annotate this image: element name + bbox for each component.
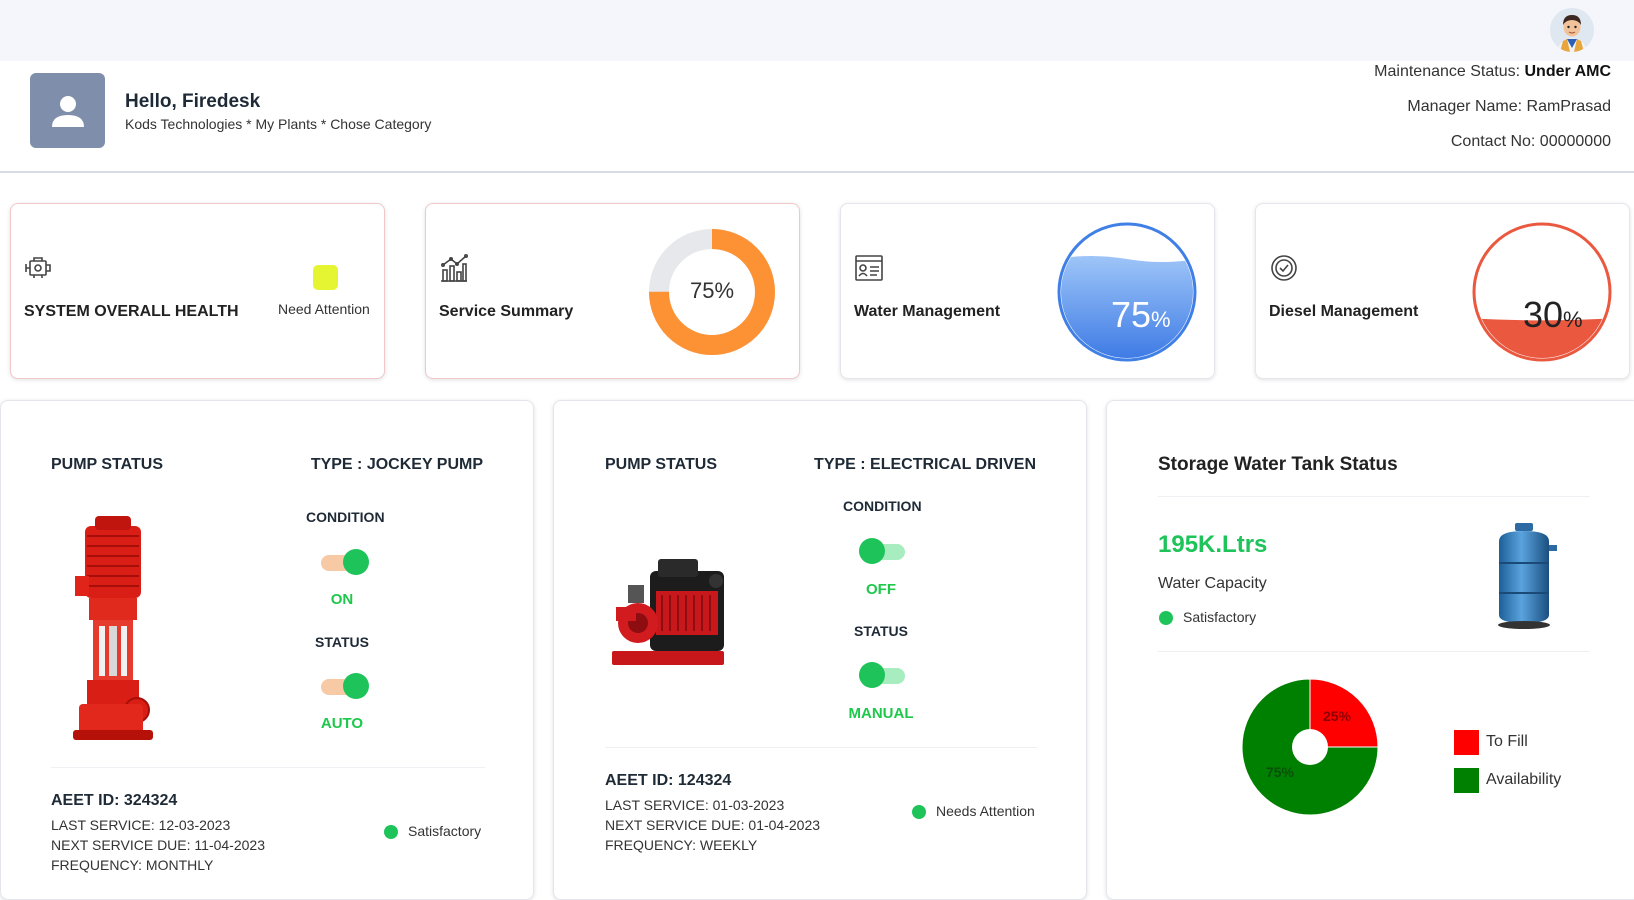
- tank-pie-chart: 25% 75%: [1241, 678, 1379, 816]
- status-toggle[interactable]: [321, 673, 369, 699]
- maintenance-status: Maintenance Status: Under AMC: [1374, 63, 1611, 81]
- header: Hello, Firedesk Kods Technologies * My P…: [0, 61, 1634, 173]
- top-bar: [0, 0, 1634, 61]
- next-service: NEXT SERVICE DUE: 01-04-2023: [605, 817, 821, 833]
- pump-status-card-2[interactable]: PUMP STATUS TYPE : ELECTRICAL DRIVEN CON…: [553, 400, 1087, 900]
- water-level-gauge: [1057, 222, 1197, 362]
- divider: [51, 767, 485, 768]
- water-percent-sign: %: [1151, 307, 1171, 332]
- electrical-pump-image: [612, 559, 724, 665]
- legend-swatch-availability: [1454, 768, 1479, 793]
- diesel-management-card[interactable]: Diesel Management 30%: [1255, 203, 1630, 379]
- condition-value: OFF: [866, 581, 896, 598]
- card-title: Diesel Management: [1269, 303, 1419, 320]
- condition-value: ON: [330, 591, 354, 608]
- card-title: Service Summary: [439, 303, 574, 320]
- service-percent: 75%: [689, 278, 735, 303]
- legend-swatch-to-fill: [1454, 730, 1479, 755]
- divider: [1158, 651, 1590, 652]
- health-dot: [912, 805, 926, 819]
- toggle-knob: [859, 538, 885, 564]
- water-management-card[interactable]: Water Management 75%: [840, 203, 1215, 379]
- profile-avatar: [30, 73, 105, 148]
- status-label: STATUS: [854, 623, 908, 639]
- card-title: Water Management: [854, 303, 1001, 320]
- status-value: AUTO: [320, 715, 364, 732]
- contact-number: Contact No: 00000000: [1450, 133, 1611, 150]
- condition-toggle[interactable]: [859, 538, 907, 564]
- user-icon: [51, 95, 84, 127]
- aeet-id: AEET ID: 324324: [51, 792, 178, 809]
- breadcrumb: Kods Technologies * My Plants * Chose Ca…: [125, 116, 432, 132]
- toggle-knob: [859, 662, 885, 688]
- health-dot: [384, 825, 398, 839]
- diesel-percent: 30%: [1523, 294, 1583, 336]
- next-service: NEXT SERVICE DUE: 11-04-2023: [51, 837, 265, 853]
- tank-capacity-label: Water Capacity: [1158, 575, 1267, 592]
- pump-status-title: PUMP STATUS: [51, 456, 164, 473]
- status-toggle[interactable]: [859, 662, 907, 688]
- health-status-indicator: [313, 265, 338, 290]
- pie-label-to-fill: 25%: [1323, 708, 1352, 724]
- card-title: SYSTEM OVERALL HEALTH: [24, 303, 239, 320]
- water-tank-image: [1498, 523, 1557, 629]
- document-icon: [853, 252, 885, 284]
- pump-type: TYPE : ELECTRICAL DRIVEN: [814, 456, 1036, 473]
- last-service: LAST SERVICE: 12-03-2023: [51, 817, 231, 833]
- storage-tank-card[interactable]: Storage Water Tank Status 195K.Ltrs Wate…: [1106, 400, 1634, 900]
- diesel-level-gauge: [1472, 222, 1612, 362]
- diesel-percent-value: 30: [1523, 294, 1564, 335]
- engine-icon: [23, 252, 55, 284]
- toggle-knob: [343, 549, 369, 575]
- user-avatar[interactable]: [1550, 8, 1594, 52]
- toggle-knob: [343, 673, 369, 699]
- tank-capacity: 195K.Ltrs: [1158, 531, 1268, 558]
- tank-title: Storage Water Tank Status: [1158, 454, 1398, 475]
- pump-health-text: Needs Attention: [936, 803, 1035, 819]
- service-summary-card[interactable]: Service Summary 75%: [425, 203, 800, 379]
- bar-chart-icon: [438, 252, 470, 284]
- condition-toggle[interactable]: [321, 549, 369, 575]
- diesel-percent-sign: %: [1563, 307, 1583, 332]
- frequency: FREQUENCY: MONTHLY: [51, 857, 214, 873]
- last-service: LAST SERVICE: 01-03-2023: [605, 797, 785, 813]
- greeting: Hello, Firedesk: [125, 91, 261, 112]
- legend-availability: Availability: [1486, 771, 1562, 788]
- legend-to-fill: To Fill: [1486, 733, 1528, 750]
- health-status-text: Need Attention: [278, 301, 370, 317]
- manager-name: Manager Name: RamPrasad: [1407, 98, 1611, 115]
- system-health-card[interactable]: SYSTEM OVERALL HEALTH Need Attention: [10, 203, 385, 379]
- divider: [1158, 496, 1590, 497]
- aeet-id: AEET ID: 124324: [605, 772, 732, 789]
- tank-health-text: Satisfactory: [1183, 609, 1257, 625]
- maintenance-status-label: Maintenance Status:: [1374, 63, 1525, 80]
- tank-health-dot: [1159, 611, 1173, 625]
- divider: [605, 747, 1037, 748]
- pie-hole: [1292, 729, 1328, 765]
- water-percent: 75%: [1111, 294, 1171, 336]
- pump-status-title: PUMP STATUS: [605, 456, 718, 473]
- frequency: FREQUENCY: WEEKLY: [605, 837, 758, 853]
- pump-health-text: Satisfactory: [408, 823, 482, 839]
- maintenance-status-value: Under AMC: [1524, 63, 1611, 80]
- status-value: MANUAL: [848, 705, 914, 722]
- pump-type: TYPE : JOCKEY PUMP: [310, 456, 483, 473]
- status-label: STATUS: [315, 634, 369, 650]
- pump-status-card-1[interactable]: PUMP STATUS TYPE : JOCKEY PUMP CONDITION…: [0, 400, 534, 900]
- badge-check-icon: [1268, 252, 1300, 284]
- jockey-pump-image: [73, 516, 153, 740]
- water-percent-value: 75: [1111, 294, 1152, 335]
- pie-label-availability: 75%: [1266, 764, 1295, 780]
- condition-label: CONDITION: [843, 498, 922, 514]
- condition-label: CONDITION: [306, 509, 385, 525]
